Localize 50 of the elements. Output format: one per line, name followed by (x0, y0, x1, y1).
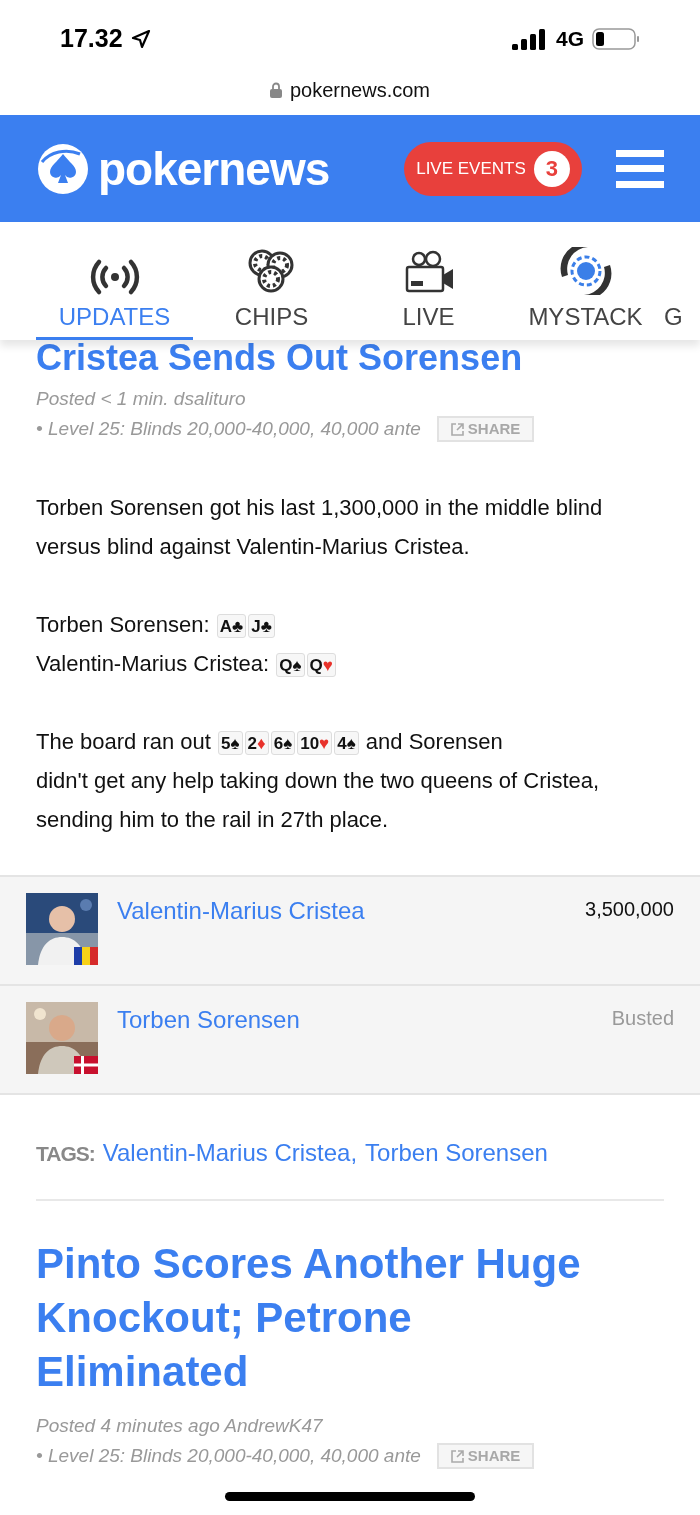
hand-label: Torben Sorensen: (36, 612, 210, 637)
article-paragraph: Torben Sorensen got his last 1,300,000 in the middle blind versus blind against Valentin-Marius Cristea. (36, 494, 604, 561)
article-title[interactable]: Pinto Scores Another Huge Knockout; Petrone Eliminated (36, 1237, 664, 1399)
chip-count: 3,500,000 (585, 897, 674, 922)
section-tab[interactable]: MYSTACK (507, 245, 664, 340)
menu-icon[interactable] (616, 149, 664, 188)
share-button[interactable]: SHARE (436, 416, 535, 442)
playing-card: 4♠ (334, 731, 359, 756)
flag-icon (74, 947, 98, 965)
playing-card: 6♠ (270, 731, 296, 756)
post-meta: Posted 4 minutes ago AndrewK47 (36, 1414, 324, 1438)
playing-card: A♣ (216, 614, 247, 639)
playing-card: 2♦ (244, 731, 269, 756)
lock-icon (269, 82, 282, 98)
section-tab[interactable]: CHIPS (193, 249, 350, 340)
tags-label: TAGS: (36, 1141, 95, 1167)
player-name-link[interactable]: Valentin-Marius Cristea (117, 893, 365, 929)
url-text[interactable]: pokernews.com (289, 75, 431, 105)
playing-card: 5♠ (218, 731, 243, 756)
section-tab[interactable]: LIVE (350, 249, 507, 340)
spade-logo-icon (36, 141, 90, 196)
article-title[interactable]: Cristea Sends Out Sorensen (36, 338, 664, 378)
network-label: 4G (556, 26, 584, 53)
section-tab[interactable]: UPDATES (36, 257, 193, 340)
status-time: 17.32 (60, 23, 123, 55)
live-events-button[interactable]: LIVE EVENTS 3 (404, 141, 582, 196)
battery-icon (592, 27, 640, 51)
external-link-icon (450, 422, 464, 436)
tag-link[interactable]: Valentin-Marius Cristea, (102, 1135, 358, 1171)
count-badge: 3 (533, 150, 570, 187)
player-name-link[interactable]: Torben Sorensen (117, 1002, 300, 1038)
flag-icon (74, 1056, 98, 1074)
playing-card: J♣ (248, 614, 275, 639)
share-button[interactable]: SHARE (436, 1443, 535, 1469)
section-tab[interactable]: G (664, 249, 684, 340)
board-text: and Sorensen (365, 729, 503, 754)
playing-card: Q♥ (306, 653, 336, 678)
external-link-icon (450, 1449, 464, 1463)
board-text: didn't get any help taking down the two queens of Cristea, sending him to the rail in 27th place. (36, 767, 601, 834)
board-text: The board ran out (36, 729, 211, 754)
level-info: • Level 25: Blinds 20,000-40,000, 40,000 ante (36, 1444, 421, 1468)
location-arrow-icon (130, 29, 151, 49)
post-meta: Posted < 1 min. dsalituro (36, 387, 247, 411)
player-status: Busted (611, 1006, 674, 1031)
hand-label: Valentin-Marius Cristea: (36, 651, 270, 676)
tag-link[interactable]: Torben Sorensen (365, 1135, 548, 1171)
signal-icon (512, 28, 548, 50)
level-info: • Level 25: Blinds 20,000-40,000, 40,000 ante (36, 417, 421, 441)
playing-card: 10♥ (297, 731, 333, 756)
playing-card: Q♠ (276, 653, 305, 678)
